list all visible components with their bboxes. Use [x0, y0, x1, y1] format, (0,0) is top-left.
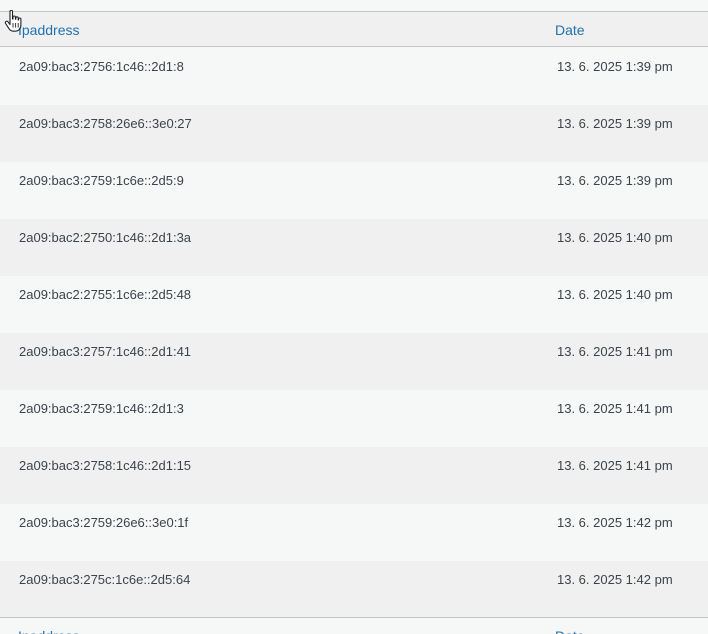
ip-cell: 2a09:bac3:2759:26e6::3e0:1f [19, 515, 189, 530]
date-cell: 13. 6. 2025 1:39 pm [557, 116, 673, 131]
table-footer: Ipaddress Date [0, 617, 708, 634]
ip-cell: 2a09:bac3:2759:1c46::2d1:3 [19, 401, 184, 416]
date-column-footer[interactable]: Date [555, 628, 585, 634]
date-cell: 13. 6. 2025 1:39 pm [557, 173, 673, 188]
ipaddress-column-footer[interactable]: Ipaddress [18, 628, 79, 634]
date-cell: 13. 6. 2025 1:40 pm [557, 287, 673, 302]
date-cell: 13. 6. 2025 1:41 pm [557, 401, 673, 416]
ipaddress-column-header[interactable]: Ipaddress [18, 22, 79, 38]
hand-pointer-icon [4, 10, 22, 32]
ip-log-table: Ipaddress Date 2a09:bac3:2756:1c46::2d1:… [0, 0, 708, 634]
table-row: 2a09:bac2:2750:1c46::2d1:3a 13. 6. 2025 … [0, 219, 708, 276]
table-row: 2a09:bac3:2757:1c46::2d1:41 13. 6. 2025 … [0, 333, 708, 390]
date-cell: 13. 6. 2025 1:42 pm [557, 572, 673, 587]
ip-cell: 2a09:bac3:2757:1c46::2d1:41 [19, 344, 192, 359]
ip-cell: 2a09:bac3:2758:26e6::3e0:27 [19, 116, 192, 131]
table-row: 2a09:bac3:275c:1c6e::2d5:64 13. 6. 2025 … [0, 561, 708, 618]
table-row: 2a09:bac3:2759:26e6::3e0:1f 13. 6. 2025 … [0, 504, 708, 561]
date-cell: 13. 6. 2025 1:40 pm [557, 230, 673, 245]
ip-cell: 2a09:bac2:2755:1c6e::2d5:48 [19, 287, 192, 302]
table-row: 2a09:bac2:2755:1c6e::2d5:48 13. 6. 2025 … [0, 276, 708, 333]
ip-cell: 2a09:bac3:2758:1c46::2d1:15 [19, 458, 192, 473]
ip-cell: 2a09:bac2:2750:1c46::2d1:3a [19, 230, 192, 245]
table-header: Ipaddress Date [0, 11, 708, 47]
date-column-header[interactable]: Date [555, 22, 585, 38]
ip-cell: 2a09:bac3:275c:1c6e::2d5:64 [19, 572, 191, 587]
table-row: 2a09:bac3:2758:1c46::2d1:15 13. 6. 2025 … [0, 447, 708, 504]
table-row: 2a09:bac3:2758:26e6::3e0:27 13. 6. 2025 … [0, 105, 708, 162]
table-row: 2a09:bac3:2759:1c46::2d1:3 13. 6. 2025 1… [0, 390, 708, 447]
date-cell: 13. 6. 2025 1:39 pm [557, 59, 673, 74]
date-cell: 13. 6. 2025 1:42 pm [557, 515, 673, 530]
table-row: 2a09:bac3:2759:1c6e::2d5:9 13. 6. 2025 1… [0, 162, 708, 219]
ip-cell: 2a09:bac3:2759:1c6e::2d5:9 [19, 173, 184, 188]
date-cell: 13. 6. 2025 1:41 pm [557, 344, 673, 359]
date-cell: 13. 6. 2025 1:41 pm [557, 458, 673, 473]
table-row: 2a09:bac3:2756:1c46::2d1:8 13. 6. 2025 1… [0, 48, 708, 105]
ip-cell: 2a09:bac3:2756:1c46::2d1:8 [19, 59, 184, 74]
table-body: 2a09:bac3:2756:1c46::2d1:8 13. 6. 2025 1… [0, 48, 708, 618]
